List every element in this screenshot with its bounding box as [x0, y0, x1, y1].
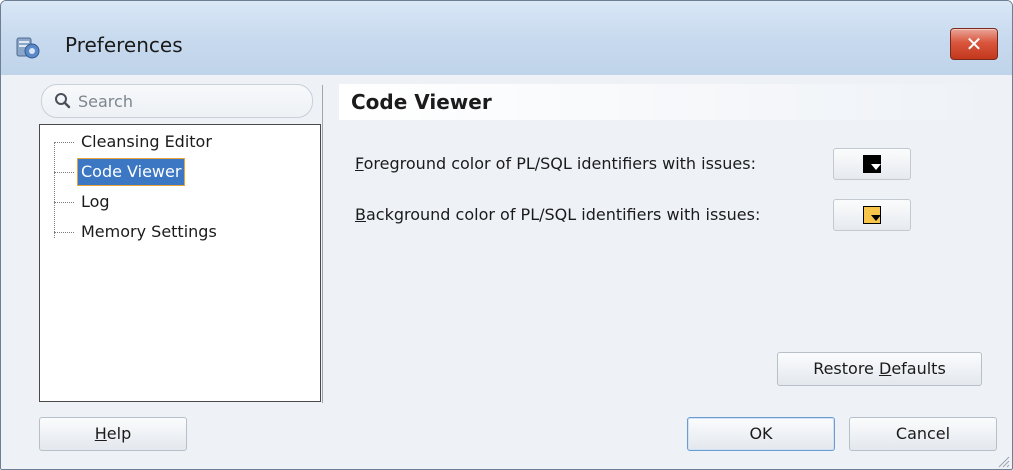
help-button[interactable]: Help [39, 417, 187, 451]
dropdown-arrow-icon [871, 164, 881, 170]
close-icon: ✕ [965, 32, 983, 56]
cancel-button[interactable]: Cancel [849, 417, 997, 451]
page-title: Code Viewer [351, 90, 492, 114]
preferences-dialog: Preferences ✕ Cleansing Editor Code Vi [0, 0, 1013, 470]
preferences-tree[interactable]: Cleansing Editor Code Viewer Log Memory … [39, 124, 321, 402]
foreground-color-label: Foreground color of PL/SQL identifiers w… [355, 154, 756, 173]
search-input[interactable] [78, 90, 298, 112]
background-color-button[interactable] [833, 199, 911, 231]
close-button[interactable]: ✕ [950, 28, 998, 60]
panel-splitter[interactable] [322, 85, 323, 403]
tree-item-label: Code Viewer [76, 158, 186, 186]
foreground-color-button[interactable] [833, 148, 911, 180]
title-bar[interactable]: Preferences ✕ [1, 1, 1012, 75]
page-header: Code Viewer [339, 84, 999, 120]
tree-item-label: Log [81, 192, 110, 211]
tree-item-label: Cleansing Editor [81, 132, 212, 151]
tree-item-label: Memory Settings [81, 222, 217, 241]
app-preferences-icon [15, 34, 41, 60]
resize-grip-icon[interactable] [996, 453, 1010, 468]
dialog-body: Cleansing Editor Code Viewer Log Memory … [11, 75, 1004, 465]
search-icon [54, 92, 72, 110]
restore-defaults-button[interactable]: Restore Defaults [777, 352, 982, 386]
tree-connector-line [54, 142, 55, 238]
window-title: Preferences [65, 33, 183, 57]
search-box[interactable] [41, 84, 313, 118]
ok-button[interactable]: OK [687, 417, 835, 451]
dropdown-arrow-icon [871, 215, 881, 221]
background-color-label: Background color of PL/SQL identifiers w… [355, 205, 761, 224]
